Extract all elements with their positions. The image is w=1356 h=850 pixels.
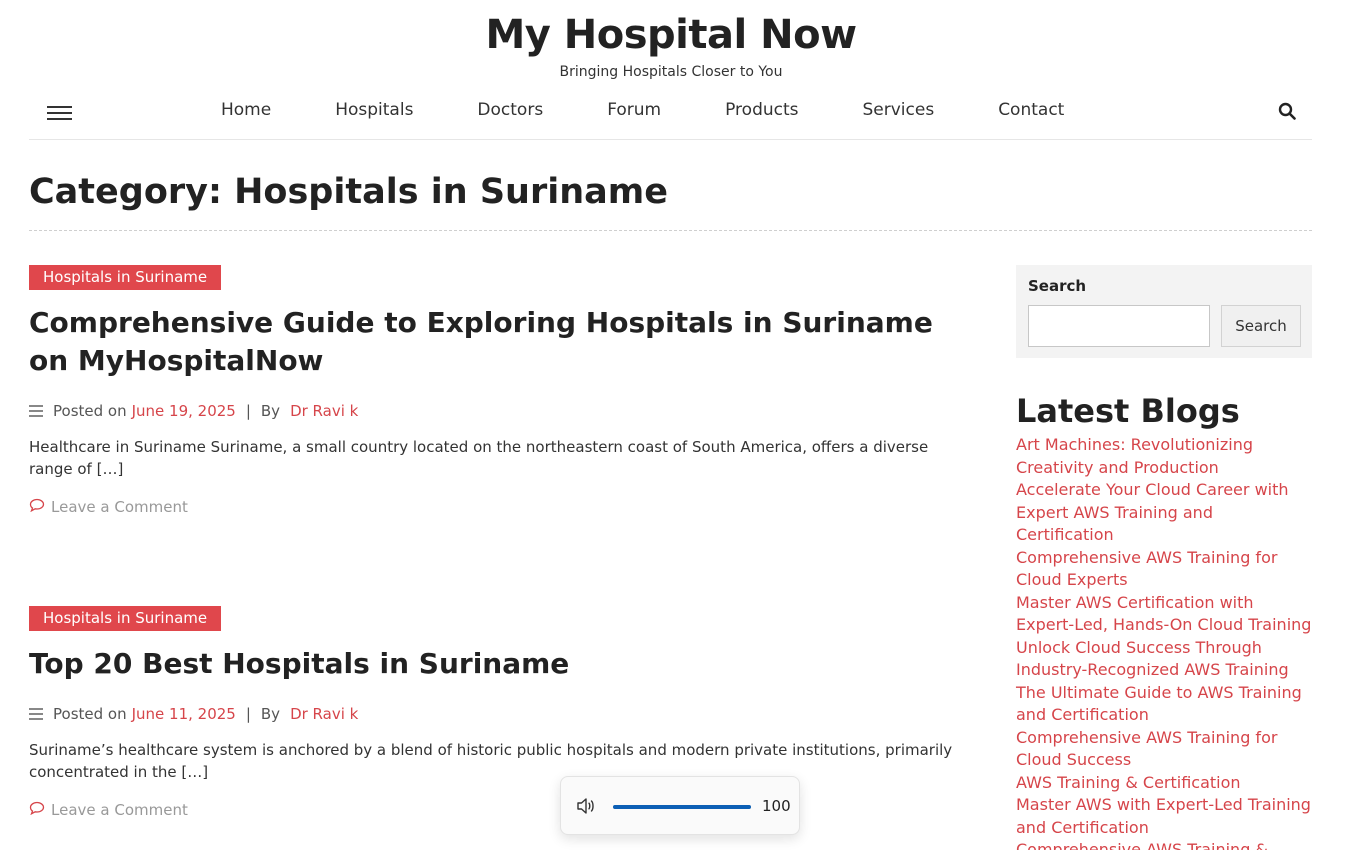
comment-icon	[29, 801, 45, 819]
list-icon	[29, 708, 43, 720]
blog-link[interactable]: Master AWS with Expert-Led Training and …	[1016, 794, 1312, 839]
search-input[interactable]	[1028, 305, 1210, 347]
blog-link[interactable]: Comprehensive AWS Training for Cloud Exp…	[1016, 547, 1312, 592]
post-article: Hospitals in Suriname Top 20 Best Hospit…	[29, 606, 979, 819]
search-label: Search	[1028, 277, 1087, 295]
category-badge[interactable]: Hospitals in Suriname	[29, 265, 222, 290]
post-article: Hospitals in Suriname Comprehensive Guid…	[29, 265, 979, 516]
volume-slider[interactable]	[613, 805, 751, 809]
leave-comment-link[interactable]: Leave a Comment	[29, 498, 979, 516]
volume-value: 100	[762, 797, 791, 815]
by-label: By	[260, 402, 281, 420]
post-excerpt: Suriname’s healthcare system is anchored…	[29, 741, 953, 781]
post-meta: Posted on June 19, 2025 | By Dr Ravi k	[29, 402, 979, 420]
blog-link[interactable]: The Ultimate Guide to AWS Training and C…	[1016, 682, 1312, 727]
post-date-link[interactable]: June 11, 2025	[132, 705, 236, 723]
title-divider	[29, 230, 1312, 231]
post-title[interactable]: Comprehensive Guide to Exploring Hospita…	[29, 304, 979, 380]
blog-link[interactable]: AWS Training & Certification	[1016, 772, 1312, 795]
nav-item-services[interactable]: Services	[863, 100, 935, 120]
by-label: By	[260, 705, 281, 723]
posted-on-label: Posted on	[53, 402, 127, 420]
post-date-link[interactable]: June 19, 2025	[132, 402, 236, 420]
posted-on-label: Posted on	[53, 705, 127, 723]
blog-link[interactable]: Comprehensive AWS Training &	[1016, 839, 1312, 850]
post-meta: Posted on June 11, 2025 | By Dr Ravi k	[29, 705, 979, 723]
meta-separator: |	[245, 705, 251, 723]
site-title[interactable]: My Hospital Now	[0, 12, 1342, 58]
author-link[interactable]: Dr Ravi k	[290, 402, 358, 420]
category-badge[interactable]: Hospitals in Suriname	[29, 606, 222, 631]
list-icon	[29, 405, 43, 417]
search-button[interactable]: Search	[1221, 305, 1301, 347]
latest-blogs-list: Art Machines: Revolutionizing Creativity…	[1016, 434, 1312, 850]
hamburger-icon[interactable]	[47, 104, 73, 122]
site-tagline: Bringing Hospitals Closer to You	[559, 64, 783, 80]
search-icon[interactable]	[1278, 102, 1296, 120]
blog-link[interactable]: Comprehensive AWS Training for Cloud Suc…	[1016, 727, 1312, 772]
post-excerpt: Healthcare in Suriname Suriname, a small…	[29, 438, 929, 478]
blog-link[interactable]: Art Machines: Revolutionizing Creativity…	[1016, 434, 1312, 479]
comment-icon	[29, 498, 45, 516]
site-header: My Hospital Now Bringing Hospitals Close…	[0, 0, 1356, 90]
nav-item-contact[interactable]: Contact	[998, 100, 1064, 120]
blog-link[interactable]: Unlock Cloud Success Through Industry-Re…	[1016, 637, 1312, 682]
nav-item-doctors[interactable]: Doctors	[477, 100, 543, 120]
latest-blogs-heading: Latest Blogs	[1016, 392, 1240, 430]
comment-label: Leave a Comment	[51, 498, 188, 516]
search-widget: Search Search	[1016, 265, 1312, 358]
sidebar: Search Search Latest Blogs Art Machines:…	[1016, 265, 1312, 850]
volume-overlay: 100	[560, 776, 800, 835]
author-link[interactable]: Dr Ravi k	[290, 705, 358, 723]
volume-slider-fill	[613, 805, 751, 809]
blog-link[interactable]: Master AWS Certification with Expert-Led…	[1016, 592, 1312, 637]
nav-item-forum[interactable]: Forum	[607, 100, 661, 120]
nav-menu: Home Hospitals Doctors Forum Products Se…	[221, 100, 1128, 120]
speaker-icon[interactable]	[576, 797, 598, 815]
blog-link[interactable]: Accelerate Your Cloud Career with Expert…	[1016, 479, 1312, 547]
nav-item-hospitals[interactable]: Hospitals	[335, 100, 413, 120]
post-title[interactable]: Top 20 Best Hospitals in Suriname	[29, 645, 979, 683]
nav-item-home[interactable]: Home	[221, 100, 271, 120]
main-navigation: Home Hospitals Doctors Forum Products Se…	[29, 90, 1312, 140]
leave-comment-link[interactable]: Leave a Comment	[29, 801, 979, 819]
comment-label: Leave a Comment	[51, 801, 188, 819]
page-title: Category: Hospitals in Suriname	[29, 172, 668, 212]
meta-separator: |	[245, 402, 251, 420]
nav-item-products[interactable]: Products	[725, 100, 798, 120]
